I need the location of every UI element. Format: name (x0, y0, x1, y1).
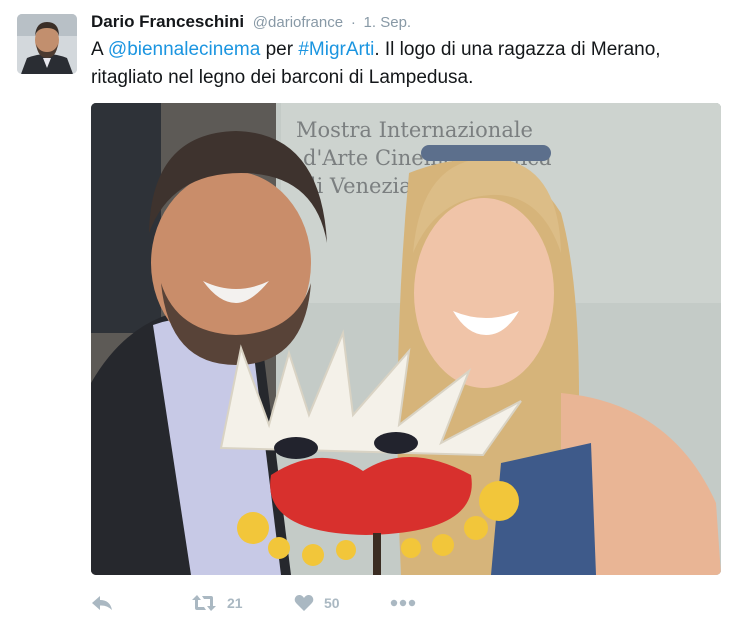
tweet-text-part: A (91, 39, 108, 60)
tweet-header: Dario Franceschini @dariofrance · 1. Sep… (91, 11, 411, 34)
header-separator: · (350, 14, 356, 31)
sign-line-1: Mostra Internazionale (296, 118, 533, 142)
tweet-text-part: per (260, 39, 299, 60)
more-button[interactable] (390, 590, 416, 616)
author-handle[interactable]: @dariofrance (253, 14, 343, 31)
like-count: 50 (324, 595, 340, 611)
tweet-photo[interactable]: Mostra Internazionale d'Arte Cinematogra… (91, 103, 721, 575)
avatar[interactable] (17, 14, 77, 74)
reply-icon (92, 596, 112, 610)
tweet-actions: 21 50 (91, 590, 491, 616)
retweet-button[interactable]: 21 (191, 590, 243, 616)
retweet-icon (192, 595, 216, 611)
tweet-text: A @biennalecinema per #MigrArti. Il logo… (91, 36, 721, 92)
tweet: Dario Franceschini @dariofrance · 1. Sep… (0, 0, 737, 626)
author-name[interactable]: Dario Franceschini (91, 12, 244, 31)
tweet-timestamp[interactable]: 1. Sep. (364, 14, 412, 31)
avatar-image (17, 14, 77, 74)
retweet-count: 21 (227, 595, 243, 611)
like-button[interactable]: 50 (294, 590, 340, 616)
heart-icon (294, 594, 314, 611)
sign-line-3: di Venezia (303, 174, 412, 198)
mention-link[interactable]: @biennalecinema (108, 39, 260, 60)
more-icon (390, 599, 416, 607)
reply-button[interactable] (91, 590, 113, 616)
hashtag-link[interactable]: #MigrArti (298, 39, 374, 60)
